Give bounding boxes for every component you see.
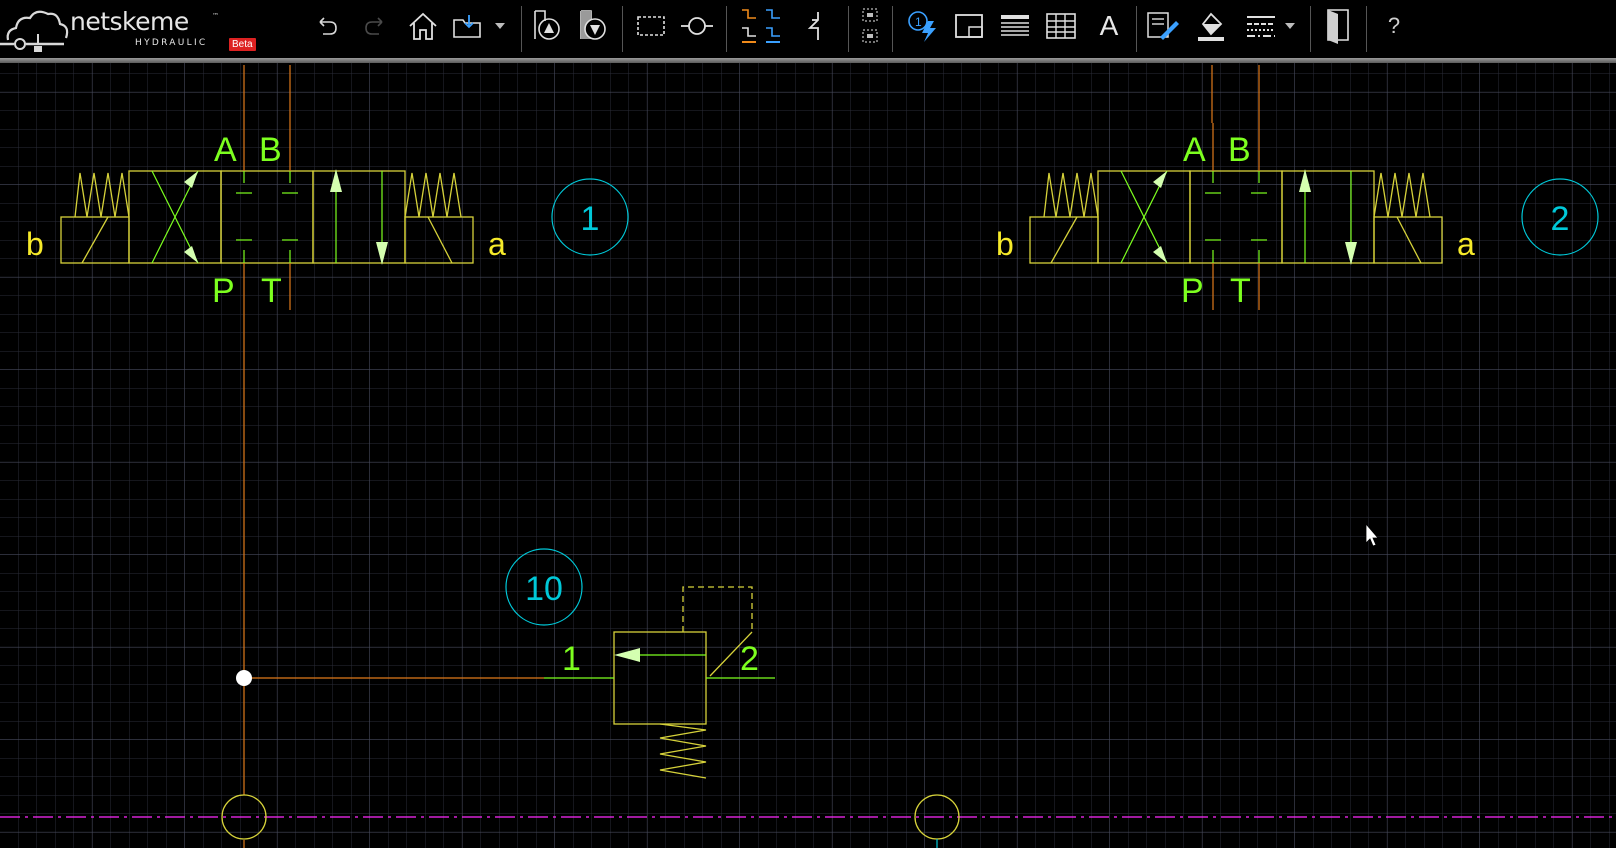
toolbar-separator bbox=[726, 6, 727, 52]
edit-properties-button[interactable] bbox=[1146, 0, 1180, 52]
text-button[interactable]: A bbox=[1094, 0, 1124, 52]
valve-2-solenoid-b: b bbox=[996, 226, 1014, 262]
schematic-canvas[interactable]: A B P T b a 1 A B P T b a 2 10 1 2 bbox=[0, 63, 1616, 848]
connection-point-button[interactable] bbox=[680, 0, 714, 52]
relief-valve-port-2: 2 bbox=[740, 640, 759, 678]
line-styles-icon bbox=[742, 9, 780, 43]
frame-button[interactable] bbox=[952, 0, 986, 52]
help-icon: ? bbox=[1387, 13, 1401, 38]
table-button[interactable] bbox=[1044, 0, 1078, 52]
dropdown-arrow-icon bbox=[495, 23, 505, 29]
relief-valve-tag: 10 bbox=[525, 570, 563, 608]
toolbar-separator bbox=[1366, 6, 1367, 52]
valve-2-port-b: B bbox=[1228, 131, 1251, 169]
valve-1-port-b: B bbox=[259, 131, 282, 169]
open-button[interactable] bbox=[452, 0, 484, 52]
home-button[interactable] bbox=[406, 0, 440, 52]
valve-1-port-t: T bbox=[261, 272, 282, 310]
line-type-button[interactable] bbox=[1244, 0, 1278, 52]
exit-door-icon bbox=[1327, 9, 1349, 44]
app-logo: netskeme ™ HYDRAULIC Beta bbox=[0, 0, 270, 58]
add-pump-icon bbox=[534, 10, 560, 40]
open-menu-button[interactable] bbox=[492, 0, 508, 52]
valve-2-tag: 2 bbox=[1551, 200, 1570, 238]
parts-list-button[interactable] bbox=[998, 0, 1032, 52]
jump-line-icon bbox=[807, 12, 819, 40]
add-motor-icon bbox=[580, 10, 606, 40]
select-area-button[interactable] bbox=[634, 0, 668, 52]
fill-color-button[interactable] bbox=[1194, 0, 1228, 52]
fill-color-icon bbox=[1198, 12, 1224, 41]
beta-badge: Beta bbox=[229, 38, 256, 51]
connection-point-icon bbox=[681, 17, 713, 35]
frame-icon bbox=[955, 14, 983, 38]
app-trademark: ™ bbox=[212, 12, 219, 20]
valve-2-port-p: P bbox=[1181, 272, 1204, 310]
line-junction[interactable] bbox=[236, 670, 252, 686]
valve-1-tag: 1 bbox=[581, 200, 600, 238]
add-motor-button[interactable] bbox=[576, 0, 610, 52]
text-icon: A bbox=[1099, 10, 1119, 41]
valve-1-solenoid-a: a bbox=[488, 226, 506, 262]
svg-text:1: 1 bbox=[915, 15, 922, 29]
undo-icon bbox=[319, 17, 337, 35]
jump-line-button[interactable] bbox=[800, 0, 830, 52]
line-type-icon bbox=[1247, 16, 1275, 37]
main-toolbar: netskeme ™ HYDRAULIC Beta 1 A ? bbox=[0, 0, 1616, 58]
valve-2-solenoid-a: a bbox=[1457, 226, 1475, 262]
select-rectangle-icon bbox=[637, 16, 665, 36]
valve-1-port-a: A bbox=[214, 131, 237, 169]
add-pump-button[interactable] bbox=[530, 0, 564, 52]
parts-list-icon bbox=[1001, 15, 1029, 36]
logo-cloud-icon bbox=[0, 10, 69, 52]
toolbar-separator bbox=[521, 6, 522, 52]
open-folder-icon bbox=[453, 15, 481, 38]
toolbar-separator bbox=[1310, 6, 1311, 52]
group-button[interactable] bbox=[858, 0, 884, 52]
home-icon bbox=[409, 12, 437, 40]
dropdown-arrow-icon bbox=[1285, 23, 1295, 29]
valve-2-port-t: T bbox=[1230, 272, 1251, 310]
redo-icon bbox=[365, 17, 383, 35]
app-name: netskeme bbox=[70, 7, 189, 36]
help-button[interactable]: ? bbox=[1380, 0, 1408, 52]
app-subtitle: HYDRAULIC bbox=[135, 38, 208, 48]
table-icon bbox=[1046, 13, 1076, 39]
undo-button[interactable] bbox=[312, 0, 342, 52]
valve-1-solenoid-b: b bbox=[26, 226, 44, 262]
group-icon bbox=[862, 8, 878, 43]
line-type-menu-button[interactable] bbox=[1282, 0, 1298, 52]
valve-2-port-a: A bbox=[1183, 131, 1206, 169]
edit-properties-icon bbox=[1147, 12, 1179, 40]
numbering-icon: 1 bbox=[908, 11, 936, 42]
toolbar-separator bbox=[1136, 6, 1137, 52]
relief-valve-port-1: 1 bbox=[562, 640, 581, 678]
toolbar-separator bbox=[848, 6, 849, 52]
toolbar-separator bbox=[622, 6, 623, 52]
valve-1-port-p: P bbox=[212, 272, 235, 310]
redo-button[interactable] bbox=[360, 0, 390, 52]
numbering-button[interactable]: 1 bbox=[906, 0, 940, 52]
line-styles-button[interactable] bbox=[738, 0, 786, 52]
exit-button[interactable] bbox=[1320, 0, 1354, 52]
toolbar-separator bbox=[892, 6, 893, 52]
